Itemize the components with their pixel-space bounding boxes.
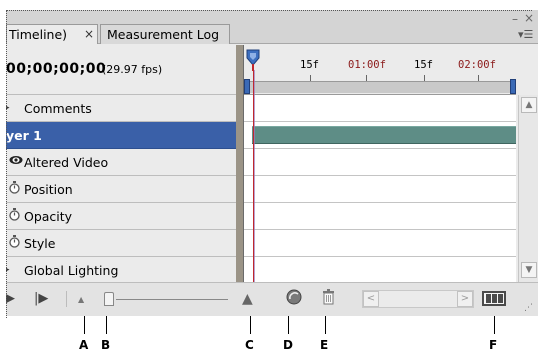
current-time-display[interactable]: 00;00;00;00	[6, 61, 106, 77]
layer-name: yer 1	[6, 128, 42, 143]
row-comments[interactable]: ▸ Comments	[6, 95, 236, 122]
play-icon[interactable]: ▶	[6, 291, 15, 306]
track-comments[interactable]	[244, 95, 516, 122]
current-time-line-shadow	[254, 70, 255, 282]
row-layer[interactable]: yer 1	[6, 122, 236, 149]
scroll-down-icon[interactable]: ▼	[521, 262, 537, 278]
zoom-in-icon[interactable]: ▲	[242, 291, 253, 307]
scroll-left-icon[interactable]: <	[363, 291, 379, 307]
eye-icon[interactable]	[9, 154, 23, 169]
horizontal-scrollbar[interactable]: < >	[362, 290, 474, 308]
track-global-lighting[interactable]	[244, 257, 516, 284]
track-opacity[interactable]	[244, 203, 516, 230]
track-altered-video[interactable]	[244, 149, 516, 176]
toolbar-separator	[66, 291, 67, 307]
row-label: Style	[24, 236, 56, 251]
panel-top-edge	[6, 10, 532, 11]
zoom-slider[interactable]	[116, 299, 228, 300]
column-divider[interactable]	[236, 45, 243, 282]
callout-a: A	[79, 338, 89, 350]
callout-e: E	[320, 338, 329, 350]
callout-line-d	[288, 316, 289, 334]
callout-c: C	[245, 338, 254, 350]
zoom-slider-thumb[interactable]	[104, 292, 114, 306]
row-opacity[interactable]: Opacity	[6, 203, 236, 230]
panel-menu-icon[interactable]: ▾☰	[518, 28, 533, 41]
ruler-label: 15f	[414, 59, 433, 71]
ruler-label: 02:00f	[458, 59, 496, 71]
callout-f: F	[489, 338, 498, 350]
stopwatch-icon[interactable]	[9, 181, 20, 198]
timeline-panel: Timeline) × Measurement Log – × ▾☰ 00;00…	[6, 10, 538, 316]
tab-timeline-label: Timeline)	[9, 27, 68, 42]
ruler-label: 15f	[300, 59, 319, 71]
callout-line-f	[494, 316, 495, 334]
work-area-end-handle[interactable]	[510, 79, 516, 94]
resize-grip-icon[interactable]: ⋰	[524, 303, 533, 313]
vertical-scrollbar[interactable]: ▲ ▼	[518, 95, 538, 282]
row-position[interactable]: Position	[6, 176, 236, 203]
track-position[interactable]	[244, 176, 516, 203]
row-altered-video[interactable]: Altered Video	[6, 149, 236, 176]
zoom-out-icon[interactable]: ▲	[78, 295, 84, 304]
row-label: Global Lighting	[24, 263, 119, 278]
row-label: Position	[24, 182, 73, 197]
animation-frames-icon[interactable]	[482, 291, 506, 306]
layer-duration-bar[interactable]	[252, 126, 516, 144]
column-divider-edge	[243, 45, 244, 282]
tab-measurement-log[interactable]: Measurement Log	[100, 24, 230, 44]
ruler-label: 01:00f	[348, 59, 386, 71]
panel-tab-bar: Timeline) × Measurement Log – × ▾☰	[6, 10, 538, 44]
panel-left-edge	[6, 10, 7, 318]
row-label: Altered Video	[24, 155, 109, 170]
callout-d: D	[283, 338, 293, 350]
tab-close-icon[interactable]: ×	[84, 27, 94, 41]
track-layer[interactable]	[244, 122, 516, 149]
step-forward-icon[interactable]: |▶	[34, 291, 48, 306]
current-time-area: 00;00;00;00 (29.97 fps)	[6, 45, 236, 95]
callout-line-e	[325, 316, 326, 334]
callout-line-b	[106, 316, 107, 334]
close-icon[interactable]: ×	[524, 11, 534, 25]
work-area-start-handle[interactable]	[244, 79, 250, 94]
frame-rate-label: (29.97 fps)	[102, 63, 163, 76]
row-style[interactable]: Style	[6, 230, 236, 257]
callout-line-c	[250, 316, 251, 334]
minimize-icon[interactable]: –	[512, 12, 518, 26]
stopwatch-icon[interactable]	[9, 235, 20, 252]
time-ruler[interactable]: 15f 01:00f 15f 02:00f	[244, 45, 516, 95]
row-label: Comments	[24, 101, 92, 116]
convert-to-frame-animation-icon[interactable]	[286, 289, 302, 309]
trash-icon[interactable]	[322, 289, 335, 309]
stopwatch-icon[interactable]	[9, 208, 20, 225]
row-label: Opacity	[24, 209, 73, 224]
current-time-indicator-icon[interactable]	[246, 49, 260, 71]
row-global-lighting[interactable]: ▸ Global Lighting	[6, 257, 236, 284]
track-style[interactable]	[244, 230, 516, 257]
callout-line-a	[84, 316, 85, 334]
scroll-up-icon[interactable]: ▲	[521, 97, 537, 113]
work-area-bar[interactable]	[244, 81, 516, 93]
scroll-right-icon[interactable]: >	[457, 291, 473, 307]
callout-b: B	[101, 338, 111, 350]
tab-timeline[interactable]: Timeline) ×	[6, 24, 98, 44]
timeline-toolbar: ▶ |▶ ▲ ▲ < > ⋰	[6, 282, 538, 316]
